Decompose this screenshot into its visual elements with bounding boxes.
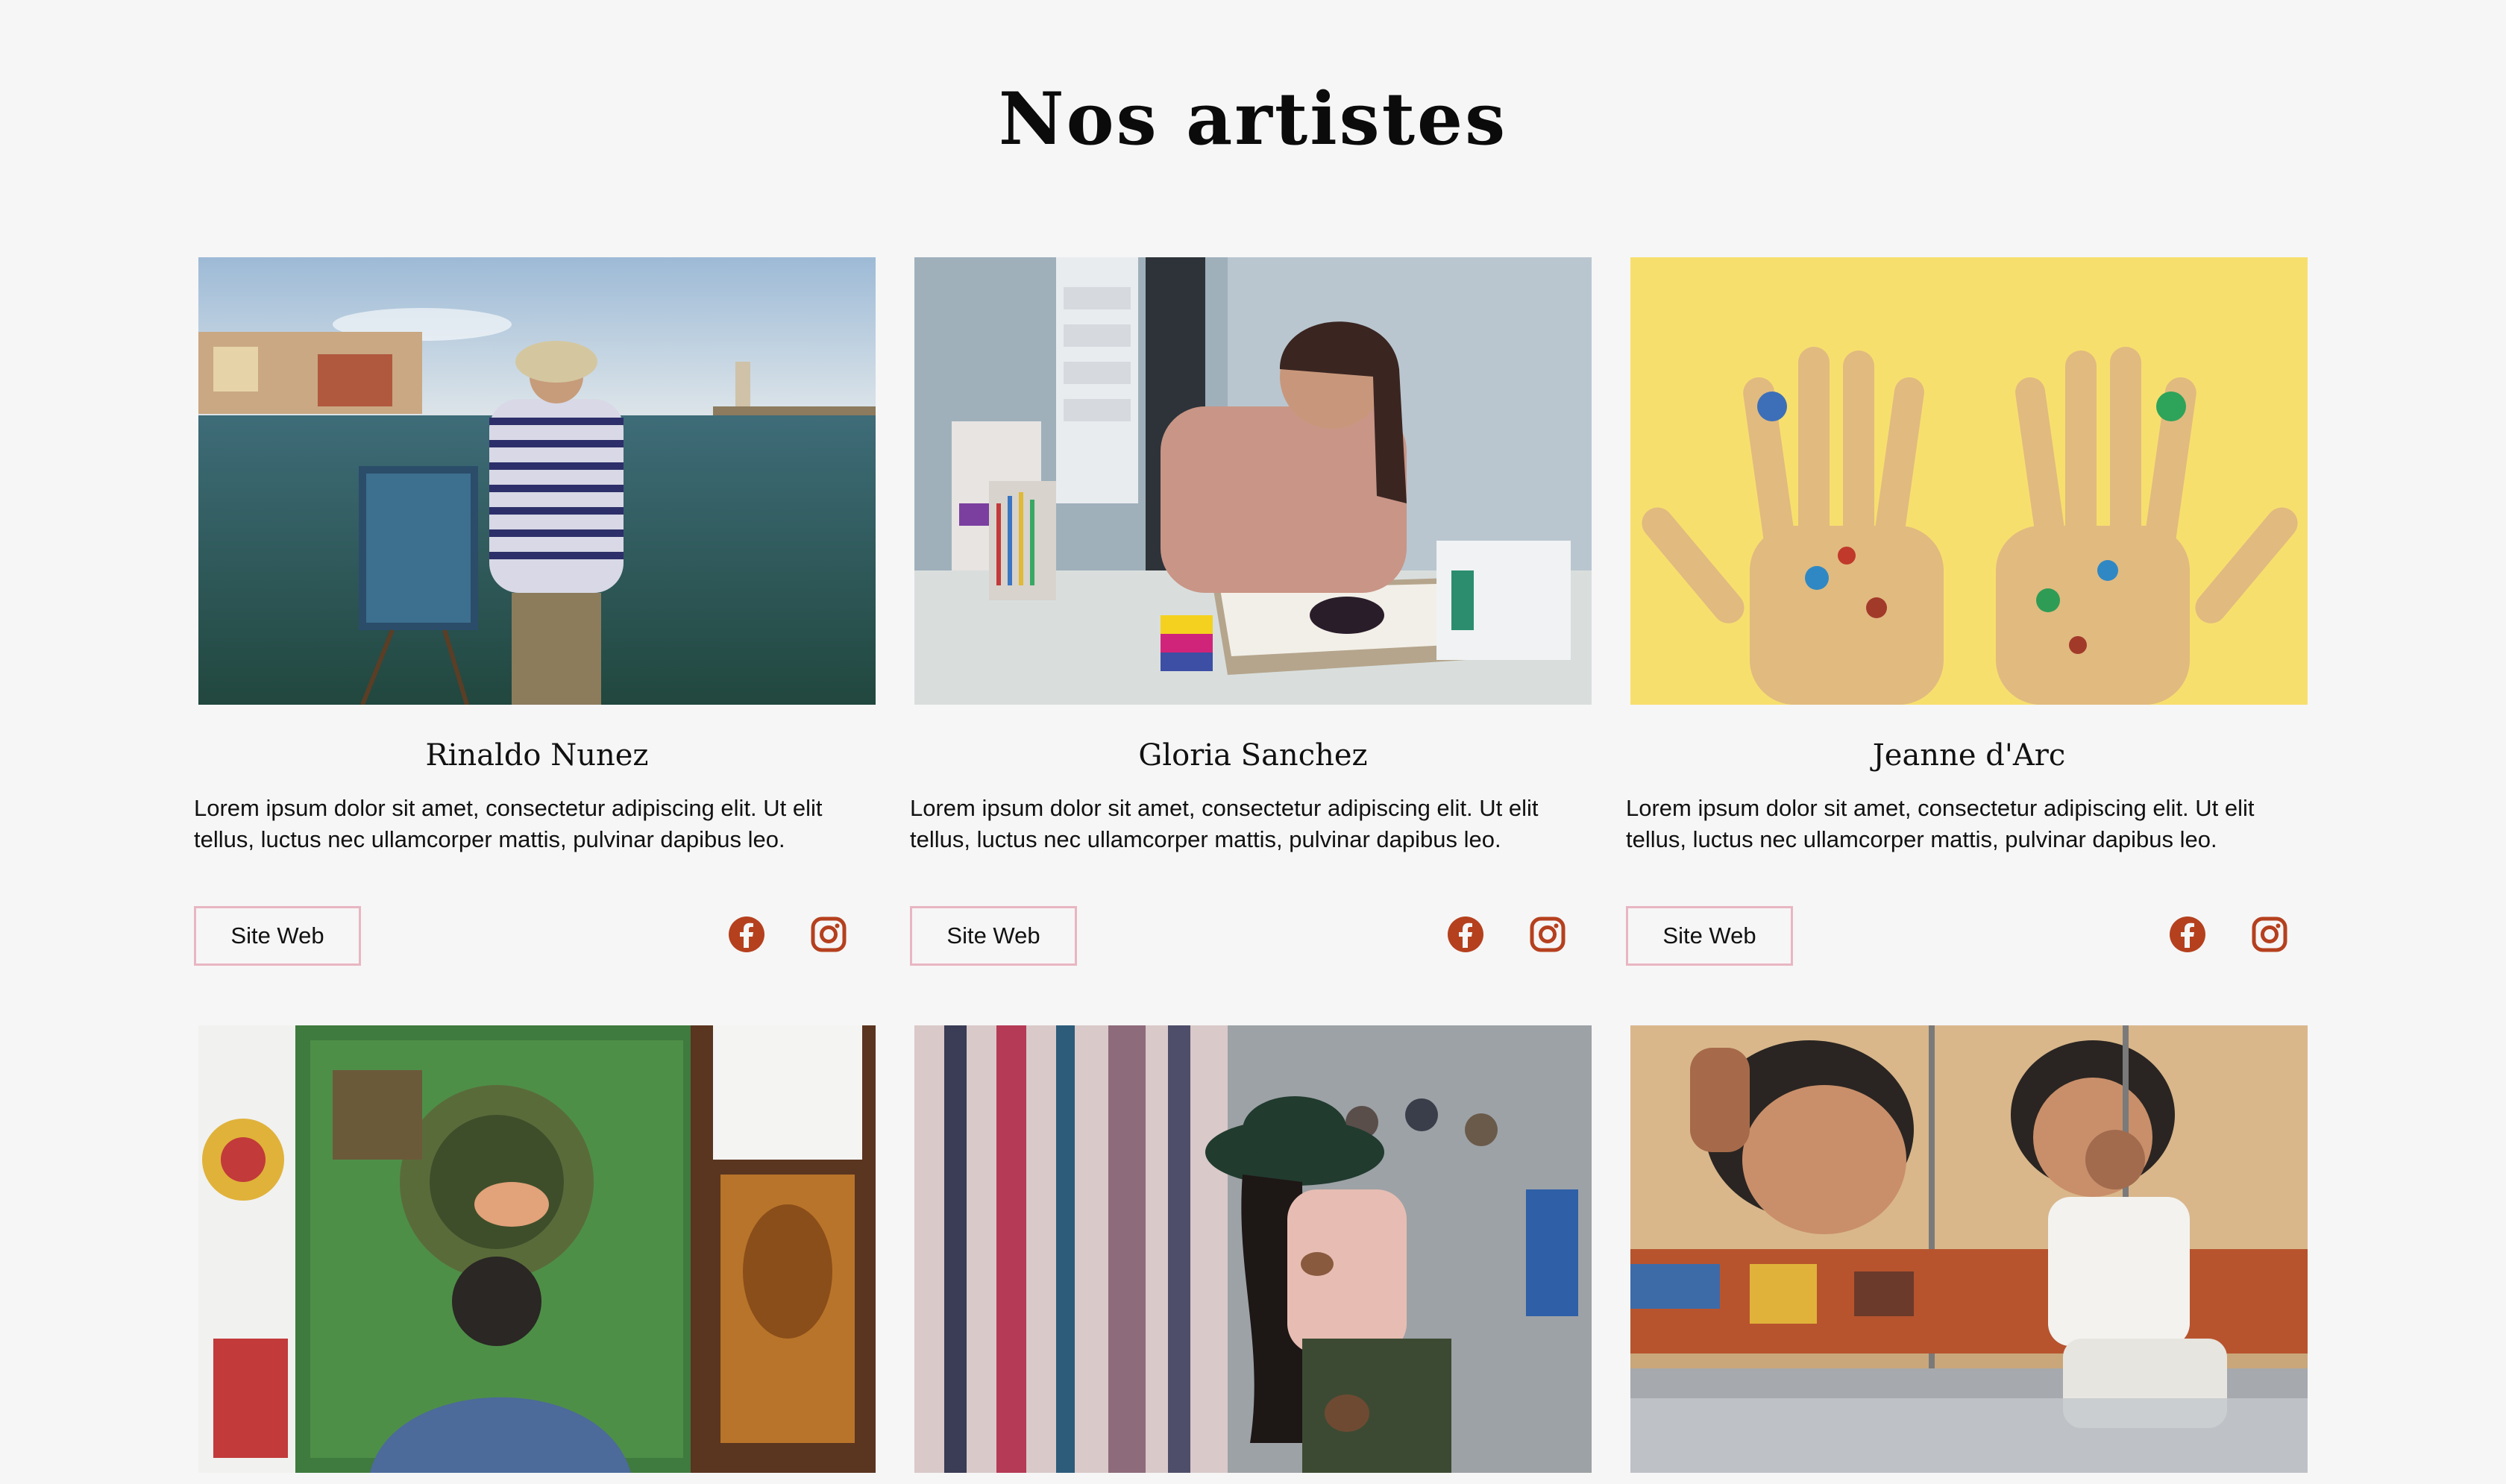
- artist-photo-woman-drawing: [914, 257, 1592, 705]
- artist-description: Lorem ipsum dolor sit amet, consectetur …: [1626, 795, 2255, 852]
- facebook-icon[interactable]: [2167, 914, 2208, 955]
- instagram-icon[interactable]: [808, 914, 850, 955]
- artist-photo-gallery-painting: [198, 1025, 876, 1473]
- artist-name: Rinaldo Nunez: [425, 738, 649, 773]
- artists-section: Nos artistes Rinaldo Nunez Lorem ipsum d…: [0, 0, 2506, 1484]
- page-title: Nos artistes: [998, 77, 1508, 161]
- facebook-icon[interactable]: [726, 914, 767, 955]
- artist-description: Lorem ipsum dolor sit amet, consectetur …: [194, 795, 823, 852]
- artist-description: Lorem ipsum dolor sit amet, consectetur …: [910, 795, 1539, 852]
- artist-name: Jeanne d'Arc: [1872, 738, 2066, 773]
- instagram-icon[interactable]: [1527, 914, 1568, 955]
- artist-photo-mural-painter: [914, 1025, 1592, 1473]
- artist-photo-painter-seaside: [198, 257, 876, 705]
- artist-name: Gloria Sanchez: [1138, 738, 1368, 773]
- instagram-icon[interactable]: [2249, 914, 2290, 955]
- website-button[interactable]: Site Web: [1626, 906, 1793, 966]
- website-button[interactable]: Site Web: [194, 906, 361, 966]
- website-button[interactable]: Site Web: [910, 906, 1077, 966]
- artist-photo-painted-hands: [1630, 257, 2308, 705]
- facebook-icon[interactable]: [1445, 914, 1486, 955]
- artist-photo-large-mural: [1630, 1025, 2308, 1473]
